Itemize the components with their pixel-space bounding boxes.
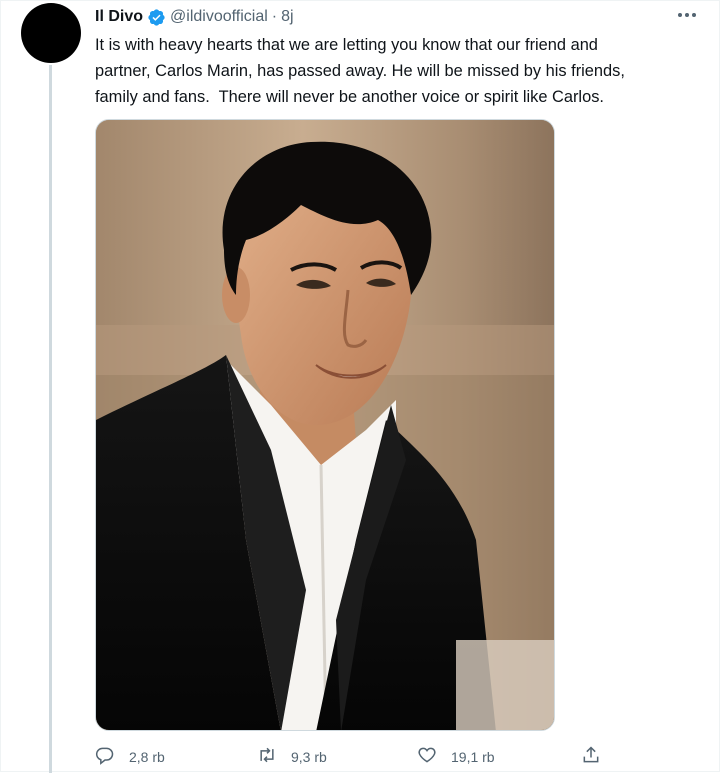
retweet-count: 9,3 rb: [291, 748, 327, 765]
tweet-actions: 2,8 rb 9,3 rb 19,1 rb: [95, 745, 615, 773]
like-button[interactable]: 19,1 rb: [417, 745, 495, 768]
reply-icon: [95, 745, 115, 768]
more-horizontal-icon[interactable]: [675, 7, 699, 23]
handle[interactable]: @ildivoofficial: [170, 8, 268, 26]
tweet[interactable]: Il Divo @ildivoofficial · 8j It is with …: [0, 0, 720, 773]
retweet-button[interactable]: 9,3 rb: [257, 745, 327, 768]
share-icon: [581, 745, 601, 768]
heart-icon: [417, 745, 437, 768]
separator-dot: ·: [271, 8, 278, 25]
verified-badge-icon: [147, 8, 166, 27]
tweet-header: Il Divo @ildivoofficial · 8j: [95, 5, 294, 29]
tweet-text: It is with heavy hearts that we are lett…: [95, 36, 625, 106]
avatar[interactable]: [21, 3, 81, 63]
display-name[interactable]: Il Divo: [95, 8, 143, 26]
tweet-photo[interactable]: [95, 119, 555, 731]
reply-button[interactable]: 2,8 rb: [95, 745, 165, 768]
timestamp[interactable]: 8j: [281, 8, 293, 26]
thread-line: [49, 65, 52, 773]
reply-count: 2,8 rb: [129, 748, 165, 765]
retweet-icon: [257, 745, 277, 768]
like-count: 19,1 rb: [451, 748, 495, 765]
share-button[interactable]: [581, 745, 601, 768]
